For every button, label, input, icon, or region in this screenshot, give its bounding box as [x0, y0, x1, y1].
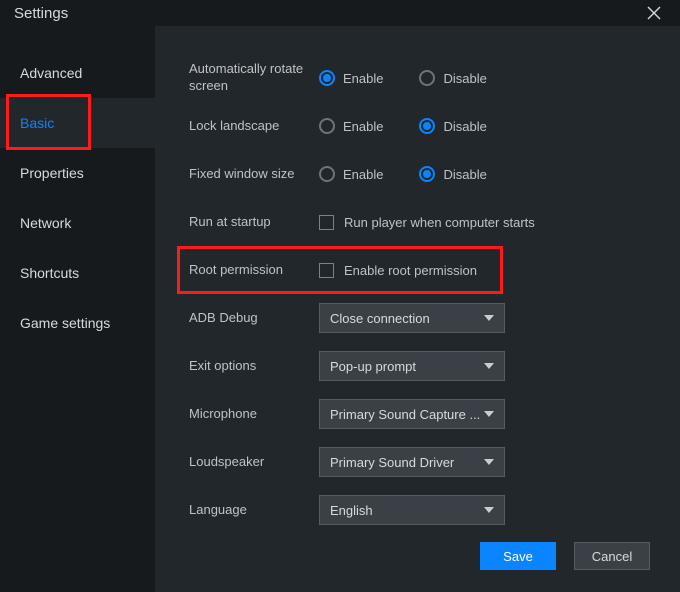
chevron-down-icon [484, 459, 494, 465]
row-rotate: Automatically rotate screen Enable Disab… [189, 54, 650, 102]
window-title: Settings [14, 5, 68, 22]
dropdown-language[interactable]: English [319, 495, 505, 525]
radio-label: Disable [443, 71, 486, 86]
dropdown-exit[interactable]: Pop-up prompt [319, 351, 505, 381]
radio-rotate-disable[interactable]: Disable [419, 70, 486, 86]
radio-circle-icon [419, 166, 435, 182]
sidebar-item-label: Shortcuts [20, 265, 79, 281]
radio-circle-icon [419, 118, 435, 134]
row-exit: Exit options Pop-up prompt [189, 342, 650, 390]
radio-circle-icon [419, 70, 435, 86]
dropdown-value: English [330, 503, 373, 518]
button-label: Cancel [592, 549, 632, 564]
label-rotate: Automatically rotate screen [189, 61, 319, 95]
cancel-button[interactable]: Cancel [574, 542, 650, 570]
radio-circle-icon [319, 118, 335, 134]
radio-circle-icon [319, 70, 335, 86]
sidebar-item-label: Network [20, 215, 71, 231]
dropdown-microphone[interactable]: Primary Sound Capture ... [319, 399, 505, 429]
label-root: Root permission [189, 262, 319, 279]
chevron-down-icon [484, 315, 494, 321]
settings-content: Automatically rotate screen Enable Disab… [155, 26, 680, 592]
dropdown-value: Pop-up prompt [330, 359, 416, 374]
sidebar-item-label: Basic [20, 115, 54, 131]
close-icon[interactable] [642, 1, 666, 25]
dropdown-value: Primary Sound Driver [330, 455, 454, 470]
dropdown-adb[interactable]: Close connection [319, 303, 505, 333]
label-fixed: Fixed window size [189, 166, 319, 183]
row-lock: Lock landscape Enable Disable [189, 102, 650, 150]
row-startup: Run at startup Run player when computer … [189, 198, 650, 246]
radio-circle-icon [319, 166, 335, 182]
sidebar-item-label: Game settings [20, 315, 110, 331]
footer: Save Cancel [189, 534, 650, 578]
opts-rotate: Enable Disable [319, 70, 487, 86]
chevron-down-icon [484, 507, 494, 513]
checkbox-root[interactable]: Enable root permission [319, 263, 477, 278]
chevron-down-icon [484, 363, 494, 369]
sidebar-item-game-settings[interactable]: Game settings [0, 298, 155, 348]
opts-lock: Enable Disable [319, 118, 487, 134]
row-microphone: Microphone Primary Sound Capture ... [189, 390, 650, 438]
radio-lock-enable[interactable]: Enable [319, 118, 383, 134]
titlebar: Settings [0, 0, 680, 26]
label-loudspeaker: Loudspeaker [189, 454, 319, 471]
button-label: Save [503, 549, 533, 564]
save-button[interactable]: Save [480, 542, 556, 570]
row-loudspeaker: Loudspeaker Primary Sound Driver [189, 438, 650, 486]
checkbox-icon [319, 263, 334, 278]
opts-fixed: Enable Disable [319, 166, 487, 182]
row-fixed: Fixed window size Enable Disable [189, 150, 650, 198]
radio-label: Disable [443, 119, 486, 134]
chevron-down-icon [484, 411, 494, 417]
dropdown-loudspeaker[interactable]: Primary Sound Driver [319, 447, 505, 477]
radio-lock-disable[interactable]: Disable [419, 118, 486, 134]
checkbox-label: Enable root permission [344, 263, 477, 278]
radio-label: Enable [343, 167, 383, 182]
row-root: Root permission Enable root permission [177, 246, 503, 294]
radio-fixed-enable[interactable]: Enable [319, 166, 383, 182]
label-adb: ADB Debug [189, 310, 319, 327]
radio-label: Enable [343, 71, 383, 86]
dropdown-value: Close connection [330, 311, 430, 326]
sidebar-item-network[interactable]: Network [0, 198, 155, 248]
sidebar-item-shortcuts[interactable]: Shortcuts [0, 248, 155, 298]
label-exit: Exit options [189, 358, 319, 375]
label-startup: Run at startup [189, 214, 319, 231]
sidebar-item-basic[interactable]: Basic [0, 98, 155, 148]
sidebar-item-label: Advanced [20, 65, 82, 81]
window-body: Advanced Basic Properties Network Shortc… [0, 26, 680, 592]
dropdown-value: Primary Sound Capture ... [330, 407, 480, 422]
label-lock: Lock landscape [189, 118, 319, 135]
sidebar-item-properties[interactable]: Properties [0, 148, 155, 198]
label-microphone: Microphone [189, 406, 319, 423]
sidebar-item-advanced[interactable]: Advanced [0, 48, 155, 98]
settings-window: Settings Advanced Basic Properties Netwo… [0, 0, 680, 592]
radio-label: Disable [443, 167, 486, 182]
sidebar-item-label: Properties [20, 165, 84, 181]
checkbox-startup[interactable]: Run player when computer starts [319, 215, 535, 230]
row-language: Language English [189, 486, 650, 534]
radio-fixed-disable[interactable]: Disable [419, 166, 486, 182]
label-language: Language [189, 502, 319, 519]
sidebar: Advanced Basic Properties Network Shortc… [0, 26, 155, 592]
radio-label: Enable [343, 119, 383, 134]
row-adb: ADB Debug Close connection [189, 294, 650, 342]
checkbox-label: Run player when computer starts [344, 215, 535, 230]
radio-rotate-enable[interactable]: Enable [319, 70, 383, 86]
checkbox-icon [319, 215, 334, 230]
